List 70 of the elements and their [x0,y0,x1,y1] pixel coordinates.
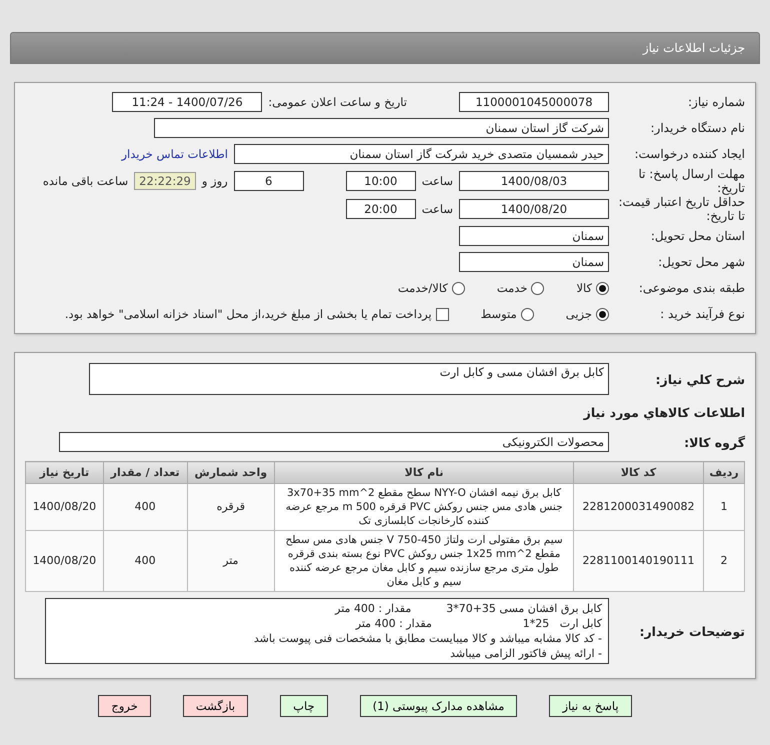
field-label: شماره نیاز: [687,95,745,109]
table-cell: کابل برق نیمه افشان NYY-O سطح مقطع 2^3x70+35 mm جنس هادی مس جنس روکش PVC قرقره 500 m مرجع عرضه کننده کارخانجات کابلسازی تک [274,484,574,530]
field-label: ساعت [422,202,453,216]
city-field: سمنان [459,252,609,272]
radio-button[interactable] [452,282,465,294]
table-cell: 1400/08/20 [26,530,104,592]
field-label: روز و [202,174,228,188]
page-title: جزئیات اطلاعات نیاز [10,32,760,64]
field-label: توضیحات خریدار: [638,624,745,638]
radio-label: کالا/خدمت [398,281,448,295]
field-label: نام دستگاه خریدار: [650,121,745,135]
table-cell: 400 [103,484,188,530]
field-label: ساعت باقی مانده [42,174,128,188]
action-button[interactable]: مشاهده مدارک پیوستی (1) [360,695,518,717]
table-cell: 1 [703,484,744,530]
radio-button[interactable] [596,308,609,320]
province-field: سمنان [459,226,609,246]
field-label: شرح كلي نياز: [654,372,745,386]
creator-field: حیدر شمسیان متصدی خرید شرکت گاز استان سمنان [234,144,609,164]
validity-date-field: 1400/08/20 [459,199,609,219]
radio-label: کالا [576,281,592,295]
field-label: طبقه بندی موضوعی: [638,281,745,295]
action-button[interactable]: بازگشت [182,695,248,717]
description-field: کابل برق افشان مسی و کابل ارت [89,363,609,395]
column-header: واحد شمارش [187,462,275,484]
column-header: ردیف [703,462,744,484]
field-label: مهلت ارسال پاسخ: تا تاریخ: [637,167,745,195]
deadline-date-field: 1400/08/03 [459,171,609,191]
buyer-notes: کابل برق افشان مسی 35+70*3 مقدار : 400 متر کابل ارت 25*1 مقدار : 400 متر - کد کالا مشابه میباشد و کالا میبایست مطابق با مشخصات فنی پیوست باشد - ارائه پیش فاکتور الزامی میباشد [45,598,609,664]
table-cell: سیم برق مفتولی ارت ولتاژ 450-750 V جنس هادی مس سطح مقطع 2^1x25 mm جنس روکش PVC نوع بسته بندی قرقره طول متری مرجع سازنده سیم و کابل مغان مرجع عرضه کننده سیم و کابل مغان [274,530,574,592]
table-cell: 400 [103,530,188,592]
table-cell: 2281200031490082 [574,484,704,530]
buyer-contact-link[interactable]: اطلاعات تماس خریدار [121,147,228,161]
need-number-field: 1100001045000078 [459,92,609,112]
action-button[interactable]: خروج [98,695,151,717]
radio-label: متوسط [480,307,517,321]
column-header: تاریخ نیاز [26,462,104,484]
buyer-field: شرکت گاز استان سمنان [154,118,609,138]
radio-button[interactable] [531,282,544,294]
field-label: حداقل تاریخ اعتبار قیمت: تا تاریخ: [617,195,745,223]
field-label: اطلاعات كالاهاي مورد نياز [584,404,745,420]
field-label: نوع فرآیند خرید : [659,307,745,321]
remaining-time-field: 22:22:29 [134,172,196,190]
column-header: نام کالا [274,462,574,484]
field-label: گروه كالا: [683,434,745,450]
goods-group-field: محصولات الکترونیکی [59,432,609,452]
table-cell: قرقره [187,484,275,530]
checkbox-label: پرداخت تمام یا بخشی از مبلغ خرید،از محل "اسناد خزانه اسلامی" خواهد بود. [64,307,432,321]
radio-label: جزیی [566,307,592,321]
announce-date-field: 1400/07/26 - 11:24 [112,92,262,112]
column-header: کد کالا [574,462,704,484]
action-button[interactable]: پاسخ به نیاز [549,695,632,717]
table-cell: 1400/08/20 [26,484,104,530]
checkbox[interactable] [436,308,449,320]
radio-button[interactable] [596,282,609,294]
table-cell: متر [187,530,275,592]
days-field: 6 [234,171,304,191]
radio-label: خدمت [496,281,528,295]
column-header: تعداد / مقدار [103,462,188,484]
validity-time-field: 20:00 [346,199,416,219]
field-label: استان محل تحویل: [650,229,745,243]
radio-button[interactable] [520,308,534,320]
field-label: ایجاد کننده درخواست: [633,147,745,161]
field-label: شهر محل تحویل: [657,255,745,269]
deadline-time-field: 10:00 [346,171,416,191]
field-label: تاریخ و ساعت اعلان عمومی: [268,95,407,109]
table-cell: 2 [703,530,744,592]
field-label: ساعت [422,174,453,188]
action-button[interactable]: چاپ [280,695,328,717]
table-cell: 2281100140190111 [574,530,704,592]
